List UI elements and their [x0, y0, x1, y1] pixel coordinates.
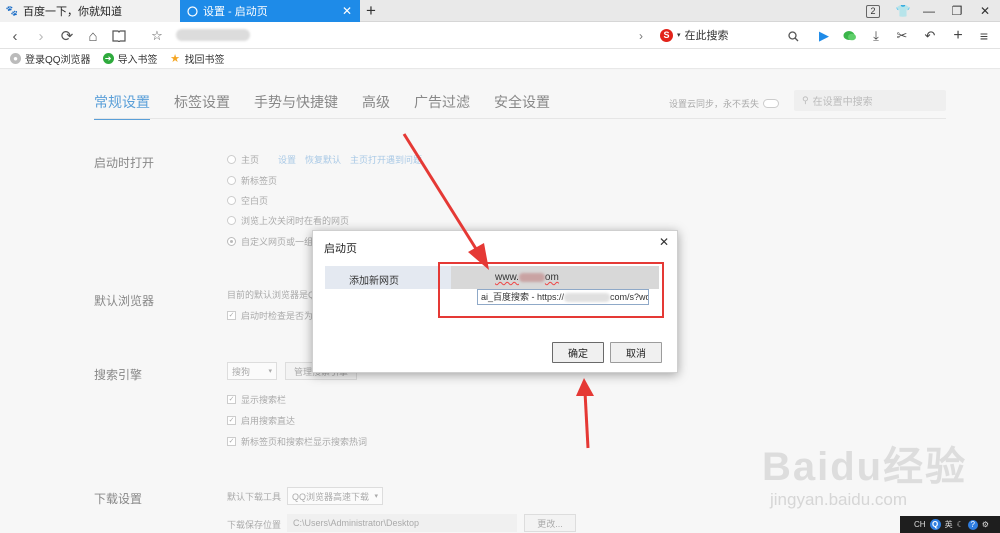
arrow-down-icon [402, 133, 489, 270]
watermark-logo: Baidu经验 [762, 445, 968, 489]
watermark-url: jingyan.baidu.com [770, 490, 908, 509]
qq-input-icon[interactable]: Q [929, 519, 941, 530]
ime-lang[interactable]: CH [914, 520, 926, 529]
help-icon[interactable]: ? [967, 519, 978, 530]
ime-mode[interactable]: 英 [945, 519, 953, 530]
settings-icon[interactable]: ⚙ [982, 520, 989, 529]
arrow-up-icon [576, 378, 594, 449]
moon-icon[interactable]: ☾ [957, 520, 964, 529]
system-tray: CH Q 英 ☾ ? ⚙ [900, 516, 1000, 533]
